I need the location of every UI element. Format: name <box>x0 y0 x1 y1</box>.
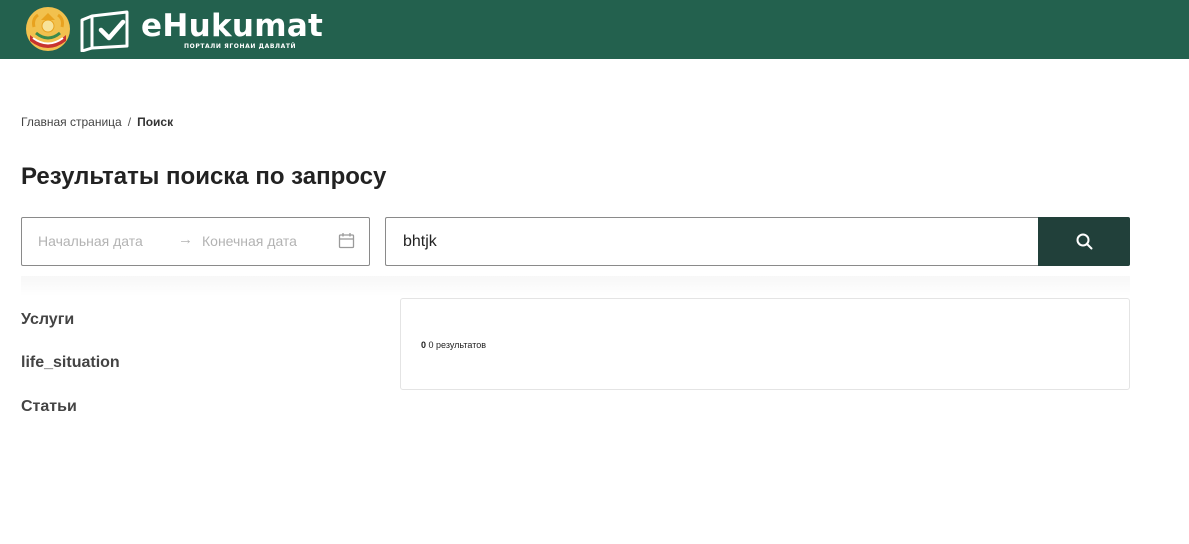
emblem-icon[interactable] <box>24 5 72 53</box>
breadcrumb-separator: / <box>127 115 132 129</box>
brand-subtitle: ПОРТАЛИ ЯГОНАИ ДАВЛАТӢ <box>184 43 297 50</box>
site-header: eHukumat ПОРТАЛИ ЯГОНАИ ДАВЛАТӢ <box>0 0 1189 59</box>
sidebar-item-articles[interactable]: Статьи <box>21 398 77 416</box>
logo-icon[interactable] <box>79 8 131 52</box>
sidebar-item-life-situation[interactable]: life_situation <box>21 354 120 372</box>
breadcrumb-current: Поиск <box>137 115 174 129</box>
calendar-icon[interactable] <box>338 232 355 249</box>
search-button[interactable] <box>1038 217 1130 266</box>
search-input-value[interactable]: bhtjk <box>403 233 437 251</box>
date-range-picker[interactable]: Начальная дата → Конечная дата <box>21 217 370 266</box>
filter-divider <box>21 276 1130 296</box>
results-count: 0 0 результатов <box>421 340 486 350</box>
start-date-input[interactable]: Начальная дата <box>38 233 143 249</box>
search-icon[interactable] <box>1076 233 1093 250</box>
results-count-number: 0 <box>421 340 427 350</box>
arrow-right-icon: → <box>178 231 193 248</box>
search-input[interactable]: bhtjk <box>385 217 1039 266</box>
results-count-label: 0 результатов <box>428 340 487 350</box>
breadcrumb: Главная страница / Поиск <box>21 115 173 129</box>
breadcrumb-home-link[interactable]: Главная страница <box>21 115 122 129</box>
page-title: Результаты поиска по запросу <box>21 163 387 190</box>
sidebar-item-services[interactable]: Услуги <box>21 311 74 329</box>
end-date-input[interactable]: Конечная дата <box>202 233 297 249</box>
results-panel: 0 0 результатов <box>400 298 1130 390</box>
brand-name[interactable]: eHukumat <box>141 7 323 45</box>
